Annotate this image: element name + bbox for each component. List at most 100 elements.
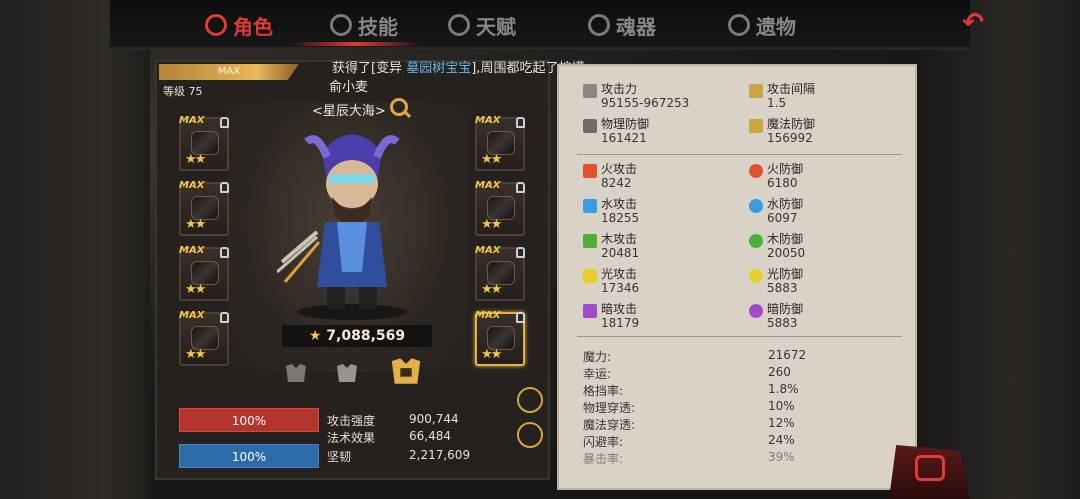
- stat-label: 物理穿透:: [583, 401, 636, 415]
- lock-icon: [516, 247, 525, 258]
- max-tag: MAX: [475, 180, 501, 191]
- stat-item: 光攻击 17346: [601, 267, 639, 295]
- character-icon: [205, 14, 227, 36]
- stat-row: 格挡率: 1.8%: [583, 382, 883, 399]
- stat-label: 格挡率:: [583, 384, 624, 398]
- stat-value: 24%: [768, 433, 795, 447]
- lock-icon: [516, 117, 525, 128]
- max-tag: MAX: [475, 310, 501, 321]
- stat-item: 火防御 6180: [767, 162, 803, 190]
- max-tag: MAX: [475, 245, 501, 256]
- tab-talent[interactable]: 天赋: [448, 8, 516, 42]
- stat-item: 光防御 5883: [767, 267, 803, 295]
- talent-icon: [448, 14, 470, 36]
- info-icon[interactable]: [517, 387, 543, 413]
- tab-skill[interactable]: 技能: [330, 8, 398, 42]
- exp-bar: MAX: [159, 64, 299, 80]
- water-defense-icon: [749, 199, 763, 213]
- fire-attack-icon: [583, 164, 597, 178]
- stat-label: 光攻击: [601, 267, 638, 281]
- notice-item[interactable]: 墓园树宝宝: [406, 61, 471, 76]
- stat-value: 12%: [768, 416, 795, 430]
- tab-bar: 角色 技能 天赋 魂器 遗物 ↶: [110, 0, 984, 50]
- dark-defense-icon: [749, 304, 763, 318]
- stat-value: 900,744: [409, 412, 459, 426]
- stat-value: 2,217,609: [409, 448, 471, 462]
- stat-value: 1.5: [767, 96, 787, 110]
- stat-label: 火攻击: [601, 162, 638, 176]
- stat-value: 20481: [601, 246, 640, 260]
- stat-label: 幸运:: [583, 367, 612, 381]
- equipment-slot[interactable]: MAX ★★: [179, 245, 229, 301]
- stat-row: 魔法穿透: 12%: [583, 416, 883, 433]
- tab-label: 角色: [233, 14, 273, 39]
- armor-icon: [583, 119, 597, 133]
- stat-value: 5883: [767, 316, 798, 330]
- tab-character[interactable]: 角色: [205, 8, 273, 42]
- max-tag: MAX: [475, 115, 501, 126]
- back-arrow-icon: ↶: [962, 8, 984, 38]
- armor-tier-1-icon[interactable]: [284, 362, 308, 384]
- stat-item: 水攻击 18255: [601, 197, 639, 225]
- orbit-icon[interactable]: [517, 422, 543, 448]
- character-avatar: [277, 134, 407, 320]
- stat-value: 18179: [601, 316, 640, 330]
- stat-value: 39%: [768, 450, 795, 464]
- stat-value: 66,484: [409, 429, 451, 443]
- star-rating: ★★: [185, 347, 206, 362]
- back-button[interactable]: ↶: [945, 8, 1001, 38]
- combat-power: ★ 7,088,569: [282, 325, 432, 347]
- max-tag: MAX: [179, 310, 205, 321]
- stat-value: 18255: [601, 211, 640, 225]
- search-icon[interactable]: [390, 98, 408, 116]
- tab-soul-vessel[interactable]: 魂器: [588, 8, 656, 42]
- star-rating: ★★: [185, 152, 206, 167]
- equipment-slot[interactable]: MAX ★★: [475, 180, 525, 236]
- light-defense-icon: [749, 269, 763, 283]
- wood-attack-icon: [583, 234, 597, 248]
- armor-tier-2-icon[interactable]: [335, 362, 359, 384]
- left-decor: [0, 0, 150, 499]
- sword-icon: [583, 84, 597, 98]
- equipment-slot[interactable]: MAX ★★: [475, 115, 525, 171]
- lock-icon: [220, 182, 229, 193]
- star-rating: ★★: [481, 152, 502, 167]
- notice-prefix: 获得了[变异: [332, 61, 407, 76]
- lock-icon: [220, 247, 229, 258]
- stat-label: 攻击力: [601, 82, 638, 96]
- menu-face-icon[interactable]: [915, 455, 945, 481]
- star-rating: ★★: [185, 282, 206, 297]
- stat-label: 暗防御: [767, 302, 804, 316]
- stat-item: 暗防御 5883: [767, 302, 803, 330]
- stat-row: 闪避率: 24%: [583, 433, 883, 450]
- soul-vessel-icon: [588, 14, 610, 36]
- character-name: 俞小麦: [329, 80, 369, 95]
- stat-label: 物理防御: [601, 117, 650, 131]
- stat-label: 光防御: [767, 267, 804, 281]
- stat-item: 物理防御 161421: [601, 117, 649, 145]
- tab-relic[interactable]: 遗物: [728, 8, 796, 42]
- equipment-slot[interactable]: MAX ★★: [475, 310, 525, 366]
- equipment-slot[interactable]: MAX ★★: [475, 245, 525, 301]
- equipment-slot[interactable]: MAX ★★: [179, 310, 229, 366]
- right-decor: [910, 0, 1080, 499]
- star-rating: ★★: [481, 282, 502, 297]
- active-tab-indicator: [290, 42, 420, 46]
- stat-label: 水防御: [767, 197, 804, 211]
- stat-value: 1.8%: [768, 382, 799, 396]
- character-panel: MAX 等级 75 俞小麦 <星辰大海> MAX ★★ MAX ★★ MAX ★…: [155, 60, 550, 480]
- star-rating: ★★: [481, 347, 502, 362]
- lock-icon: [516, 182, 525, 193]
- stat-value: 21672: [768, 348, 807, 362]
- magic-shield-icon: [749, 119, 763, 133]
- equipment-slot[interactable]: MAX ★★: [179, 115, 229, 171]
- armor-tier-3-icon[interactable]: [389, 355, 423, 387]
- stat-value: 17346: [601, 281, 640, 295]
- stat-value: 10%: [768, 399, 795, 413]
- light-attack-icon: [583, 269, 597, 283]
- equipment-slot[interactable]: MAX ★★: [179, 180, 229, 236]
- level-text: 等级 75: [163, 85, 203, 98]
- tab-label: 遗物: [756, 14, 796, 39]
- divider: [577, 336, 902, 337]
- dark-attack-icon: [583, 304, 597, 318]
